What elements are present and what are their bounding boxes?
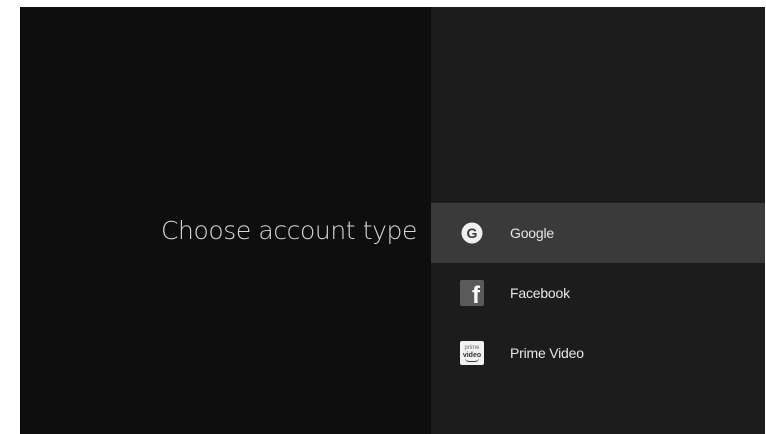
page-title: Choose account type — [160, 216, 417, 245]
account-option-label: Google — [510, 225, 554, 241]
account-type-list: G Google f Facebook prime video Prime Vi… — [431, 203, 765, 383]
account-option-label: Prime Video — [510, 345, 584, 361]
account-option-facebook[interactable]: f Facebook — [431, 263, 765, 323]
prime-video-icon-text-1: prime — [464, 344, 480, 351]
account-type-panel: G Google f Facebook prime video Prime Vi… — [431, 7, 765, 434]
prime-video-icon: prime video — [459, 340, 485, 366]
tv-screen: Choose account type G Google f Facebook — [20, 7, 765, 434]
account-option-prime-video[interactable]: prime video Prime Video — [431, 323, 765, 383]
facebook-icon: f — [459, 280, 485, 306]
account-option-label: Facebook — [510, 285, 570, 301]
prime-video-smile — [465, 358, 479, 362]
google-icon: G — [459, 220, 485, 246]
svg-text:G: G — [467, 225, 478, 241]
prompt-pane: Choose account type — [20, 7, 431, 434]
account-option-google[interactable]: G Google — [431, 203, 765, 263]
